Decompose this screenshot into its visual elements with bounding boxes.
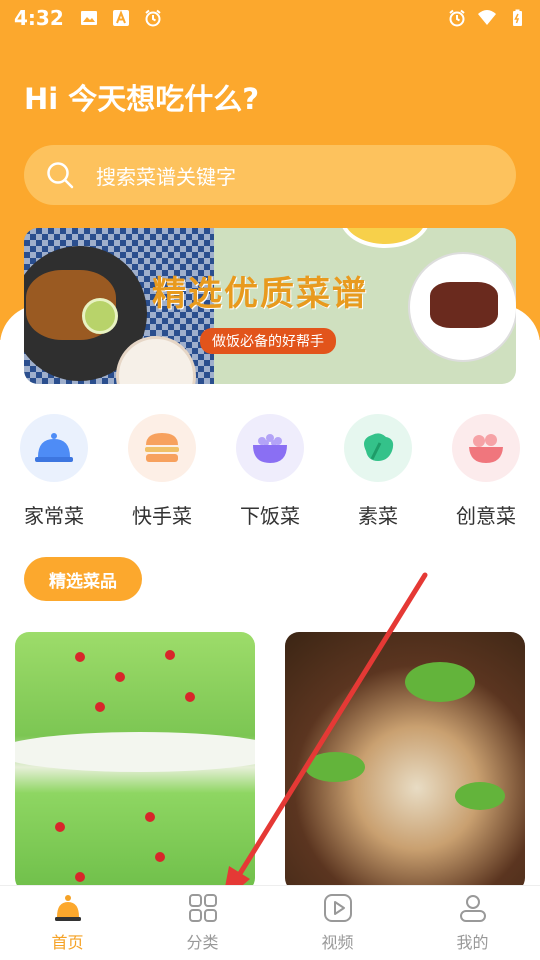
category-label: 素菜	[358, 504, 398, 528]
nav-label: 首页	[51, 933, 84, 952]
greeting-title: Hi 今天想吃什么?	[24, 82, 260, 116]
bottom-navigation: 首页 分类 视频 我的	[0, 885, 540, 960]
burger-icon	[128, 414, 196, 482]
nav-video[interactable]: 视频	[270, 886, 405, 960]
category-home-style[interactable]: 家常菜	[14, 414, 94, 529]
alarm-icon	[145, 9, 161, 27]
banner-title: 精选优质菜谱	[152, 274, 368, 314]
category-label: 快手菜	[132, 504, 192, 528]
category-shortcuts: 家常菜 快手菜 下饭菜 素菜 创意菜	[0, 414, 540, 534]
nav-label: 我的	[456, 933, 489, 952]
alarm-icon	[449, 9, 465, 27]
category-label: 下饭菜	[240, 504, 300, 528]
a-icon	[112, 10, 129, 26]
search-placeholder: 搜索菜谱关键字	[96, 164, 236, 189]
recipe-card[interactable]	[285, 632, 525, 892]
rice-bowl-icon	[236, 414, 304, 482]
search-bar[interactable]: 搜索菜谱关键字	[24, 145, 516, 205]
nav-category[interactable]: 分类	[135, 886, 270, 960]
nav-home[interactable]: 首页	[0, 886, 135, 960]
battery-icon	[513, 9, 522, 26]
category-icon	[188, 894, 217, 922]
nav-label: 视频	[321, 933, 354, 952]
fruit-bowl-icon	[452, 414, 520, 482]
category-vegetarian[interactable]: 素菜	[338, 414, 418, 529]
recipe-card[interactable]	[15, 632, 255, 892]
nav-label: 分类	[186, 933, 219, 952]
recipe-card-image	[15, 732, 255, 772]
recipe-card-image	[405, 662, 475, 702]
category-label: 创意菜	[456, 504, 516, 528]
search-icon	[47, 162, 74, 189]
featured-dishes-tab[interactable]: 精选菜品	[24, 557, 142, 601]
wifi-icon	[478, 10, 496, 25]
video-icon	[323, 894, 352, 922]
image-icon	[80, 11, 97, 25]
status-bar: 4:32	[0, 0, 540, 36]
category-label: 家常菜	[24, 504, 84, 528]
profile-icon	[459, 895, 486, 922]
category-quick[interactable]: 快手菜	[122, 414, 202, 529]
home-icon	[54, 895, 81, 921]
banner-steak-plate-image	[408, 252, 516, 362]
status-time: 4:32	[14, 6, 64, 30]
cloche-icon	[20, 414, 88, 482]
banner-subtitle: 做饭必备的好帮手	[200, 328, 336, 354]
nav-profile[interactable]: 我的	[405, 886, 540, 960]
category-rice-dishes[interactable]: 下饭菜	[230, 414, 310, 529]
category-creative[interactable]: 创意菜	[446, 414, 526, 529]
vegetable-icon	[344, 414, 412, 482]
banner-bowl-image	[340, 228, 430, 248]
featured-recipes-banner[interactable]: 精选优质菜谱 做饭必备的好帮手	[24, 228, 516, 384]
